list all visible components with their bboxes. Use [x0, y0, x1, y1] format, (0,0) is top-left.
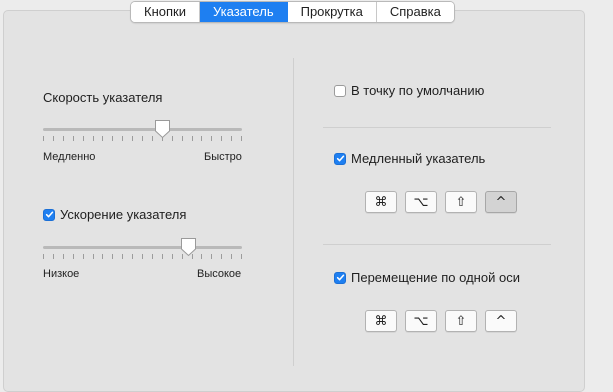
slider-tick	[73, 254, 74, 259]
slider-thumb[interactable]	[180, 237, 197, 257]
option-key-icon[interactable]: ⌥	[405, 310, 437, 332]
control-key-icon[interactable]: ^	[485, 310, 517, 332]
slider-tick	[122, 254, 123, 259]
slider-tick	[73, 136, 74, 141]
slider-tick	[192, 136, 193, 141]
shift-key-icon[interactable]: ⇧	[445, 191, 477, 213]
acceleration-label: Ускорение указателя	[60, 207, 187, 222]
pointer-speed-title: Скорость указателя	[43, 90, 163, 105]
shift-key-icon[interactable]: ⇧	[445, 310, 477, 332]
slow-pointer-label: Медленный указатель	[351, 151, 486, 166]
slider-tick	[152, 254, 153, 259]
slider-tick	[142, 136, 143, 141]
slider-tick	[93, 254, 94, 259]
slider-tick	[102, 136, 103, 141]
tab-pointer[interactable]: Указатель	[199, 2, 288, 22]
slider-tick	[93, 136, 94, 141]
slider-tick	[112, 136, 113, 141]
slider-tick	[112, 254, 113, 259]
slider-tick	[211, 254, 212, 259]
command-key-icon[interactable]: ⌘	[365, 310, 397, 332]
slider-tick	[43, 136, 44, 141]
slider-tick	[172, 136, 173, 141]
slider-tick	[201, 136, 202, 141]
accel-min-label: Низкое	[43, 268, 80, 280]
slider-tick	[241, 136, 242, 141]
slider-tick	[43, 254, 44, 259]
slider-track	[43, 246, 242, 249]
pointer-speed-slider[interactable]	[43, 119, 242, 152]
single-axis-keys: ⌘ ⌥ ⇧ ^	[365, 310, 517, 332]
checkbox-unchecked-icon[interactable]	[334, 84, 346, 97]
slider-tick	[221, 254, 222, 259]
speed-min-label: Медленно	[43, 151, 96, 163]
slider-tick	[201, 254, 202, 259]
default-point-label: В точку по умолчанию	[351, 83, 485, 98]
slider-tick	[231, 136, 232, 141]
single-axis-checkbox[interactable]: Перемещение по одной оси	[334, 270, 520, 285]
slider-tick	[132, 136, 133, 141]
slow-pointer-keys: ⌘ ⌥ ⇧ ^	[365, 191, 517, 213]
slider-tick	[241, 254, 242, 259]
column-divider	[293, 58, 294, 366]
section-divider	[323, 127, 551, 128]
command-key-icon[interactable]: ⌘	[365, 191, 397, 213]
checkbox-checked-icon[interactable]	[334, 152, 346, 165]
acceleration-checkbox[interactable]: Ускорение указателя	[43, 207, 186, 222]
tab-bar: Кнопки Указатель Прокрутка Справка	[130, 1, 455, 23]
slider-thumb[interactable]	[154, 119, 171, 139]
slider-tick	[53, 254, 54, 259]
slider-tick	[83, 136, 84, 141]
default-point-checkbox[interactable]: В точку по умолчанию	[334, 83, 484, 98]
single-axis-label: Перемещение по одной оси	[351, 270, 520, 285]
section-divider	[323, 244, 551, 245]
slider-tick	[172, 254, 173, 259]
option-key-icon[interactable]: ⌥	[405, 191, 437, 213]
slider-tick	[142, 254, 143, 259]
slider-tick	[53, 136, 54, 141]
slow-pointer-checkbox[interactable]: Медленный указатель	[334, 151, 485, 166]
tab-buttons[interactable]: Кнопки	[131, 2, 200, 22]
accel-max-label: Высокое	[197, 268, 242, 280]
slider-ticks	[43, 254, 242, 259]
slider-tick	[231, 254, 232, 259]
slider-tick	[152, 136, 153, 141]
speed-max-label: Быстро	[204, 151, 242, 163]
slider-tick	[132, 254, 133, 259]
slider-tick	[102, 254, 103, 259]
slider-tick	[211, 136, 212, 141]
slider-tick	[162, 254, 163, 259]
slider-tick	[122, 136, 123, 141]
slider-tick	[83, 254, 84, 259]
slider-tick	[221, 136, 222, 141]
slider-tick	[63, 254, 64, 259]
slider-track	[43, 128, 242, 131]
tab-help[interactable]: Справка	[376, 2, 454, 22]
control-key-icon[interactable]: ^	[485, 191, 517, 213]
slider-tick	[63, 136, 64, 141]
acceleration-slider[interactable]	[43, 237, 242, 270]
slider-ticks	[43, 136, 242, 141]
checkbox-checked-icon[interactable]	[334, 271, 346, 284]
slider-tick	[182, 136, 183, 141]
tab-scrolling[interactable]: Прокрутка	[287, 2, 377, 22]
checkbox-checked-icon[interactable]	[43, 208, 55, 221]
